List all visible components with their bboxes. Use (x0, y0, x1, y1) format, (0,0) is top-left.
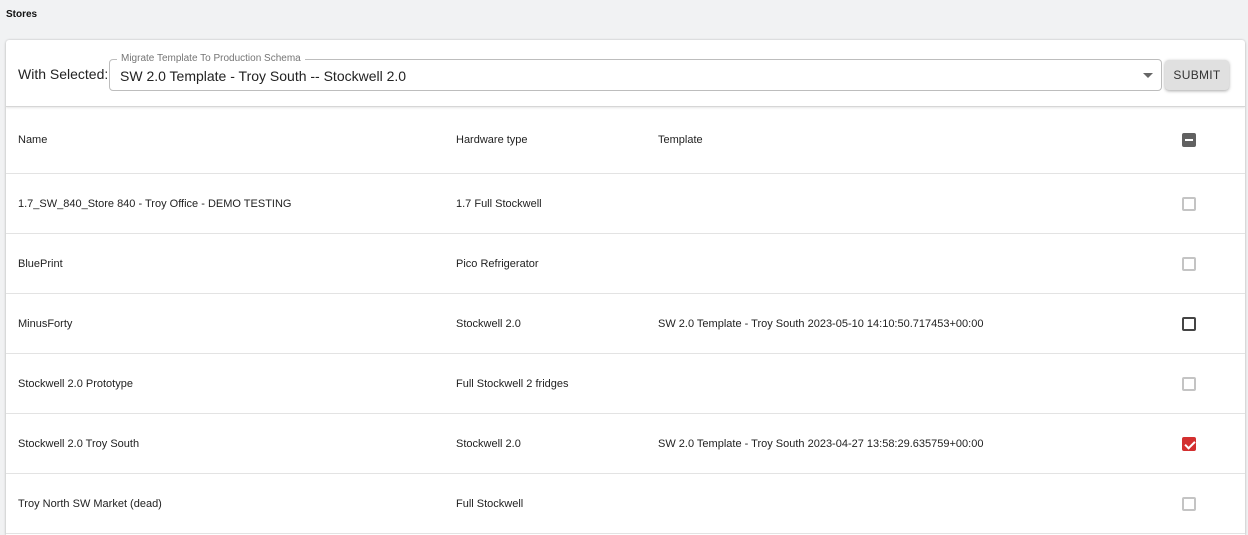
row-checkbox[interactable] (1182, 256, 1196, 271)
store-name: Stockwell 2.0 Prototype (18, 377, 133, 390)
store-hardware-type: 1.7 Full Stockwell (456, 197, 542, 210)
column-header-hardware-type: Hardware type (456, 134, 528, 146)
table-row: Stockwell 2.0 Troy South Stockwell 2.0 S… (6, 414, 1245, 474)
select-all-checkbox[interactable] (1182, 133, 1196, 147)
submit-button[interactable]: SUBMIT (1165, 60, 1229, 90)
column-header-template: Template (658, 134, 703, 146)
store-hardware-type: Full Stockwell 2 fridges (456, 377, 569, 390)
row-checkbox[interactable] (1182, 316, 1196, 331)
row-checkbox-checked[interactable] (1182, 436, 1196, 451)
store-template: SW 2.0 Template - Troy South 2023-05-10 … (658, 317, 984, 330)
table-row: 1.7_SW_840_Store 840 - Troy Office - DEM… (6, 174, 1245, 234)
store-hardware-type: Full Stockwell (456, 497, 524, 510)
store-name: Troy North SW Market (dead) (18, 497, 162, 510)
row-checkbox[interactable] (1182, 196, 1196, 211)
table-row: BluePrint Pico Refrigerator (6, 234, 1245, 294)
table-row: MinusForty Stockwell 2.0 SW 2.0 Template… (6, 294, 1245, 354)
store-name: 1.7_SW_840_Store 840 - Troy Office - DEM… (18, 197, 292, 210)
table-row: Stockwell 2.0 Prototype Full Stockwell 2… (6, 354, 1245, 414)
store-name: BluePrint (18, 257, 63, 270)
store-hardware-type: Stockwell 2.0 (456, 317, 521, 330)
page-title: Stores (6, 9, 38, 20)
with-selected-label: With Selected: (18, 66, 109, 82)
table-row: Troy North SW Market (dead) Full Stockwe… (6, 474, 1245, 534)
row-checkbox[interactable] (1182, 496, 1196, 511)
migrate-template-select-value: SW 2.0 Template - Troy South -- Stockwel… (120, 68, 407, 84)
migrate-template-select[interactable]: Migrate Template To Production Schema SW… (109, 53, 1162, 91)
dropdown-arrow-icon (1143, 73, 1153, 78)
store-template: SW 2.0 Template - Troy South 2023-04-27 … (658, 437, 984, 450)
row-checkbox[interactable] (1182, 376, 1196, 391)
store-name: MinusForty (18, 317, 73, 330)
store-name: Stockwell 2.0 Troy South (18, 437, 140, 450)
store-hardware-type: Pico Refrigerator (456, 257, 539, 270)
stores-table: Name Hardware type Template 1.7_SW_840_S… (6, 107, 1245, 534)
bulk-action-toolbar: With Selected: Migrate Template To Produ… (6, 40, 1245, 107)
migrate-template-select-label: Migrate Template To Production Schema (117, 53, 305, 65)
store-hardware-type: Stockwell 2.0 (456, 437, 521, 450)
table-header-row: Name Hardware type Template (6, 107, 1245, 174)
stores-card: With Selected: Migrate Template To Produ… (6, 40, 1245, 535)
column-header-name: Name (18, 134, 48, 146)
